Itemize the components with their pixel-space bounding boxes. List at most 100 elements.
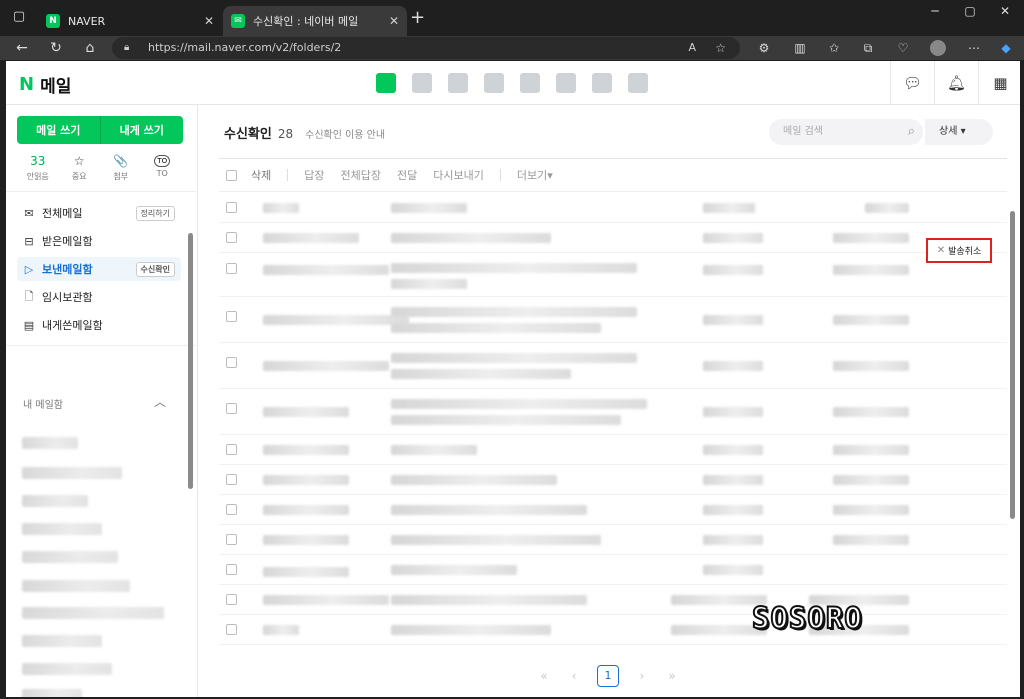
forward-button[interactable]: 전달 xyxy=(397,167,417,183)
minimize-icon[interactable]: ─ xyxy=(920,4,950,18)
home-icon[interactable]: ⌂ xyxy=(80,38,100,58)
table-row[interactable] xyxy=(219,555,1007,585)
table-row[interactable] xyxy=(219,193,1007,223)
tab-mail[interactable]: ✉ 수신확인 : 네이버 메일 ✕ xyxy=(223,6,407,36)
row-checkbox[interactable] xyxy=(226,263,237,274)
detail-search-button[interactable]: 상세 ▾ xyxy=(925,119,993,145)
current-page[interactable]: 1 xyxy=(597,665,619,687)
folder-sent[interactable]: ▷ 보낸메일함 수신확인 xyxy=(17,257,181,281)
maximize-icon[interactable]: ▢ xyxy=(955,4,985,18)
profile-avatar-icon[interactable] xyxy=(930,40,946,56)
table-row[interactable] xyxy=(219,297,1007,343)
row-checkbox[interactable] xyxy=(226,357,237,368)
sidebar-scrollbar[interactable] xyxy=(188,233,193,489)
home-app-icon[interactable] xyxy=(592,73,612,93)
more-menu-icon[interactable]: ⋯ xyxy=(964,38,984,58)
mail-list-scrollbar[interactable] xyxy=(1010,211,1015,519)
read-receipt-guide-link[interactable]: 수신확인 이용 안내 xyxy=(305,126,385,141)
row-checkbox[interactable] xyxy=(226,504,237,515)
calendar-app-icon[interactable] xyxy=(412,73,432,93)
row-checkbox[interactable] xyxy=(226,311,237,322)
select-all-checkbox[interactable] xyxy=(226,169,237,181)
favorites-icon[interactable]: ✩ xyxy=(824,38,844,58)
cancel-send-button[interactable]: ✕ 발송취소 xyxy=(926,238,992,263)
table-row[interactable] xyxy=(219,525,1007,555)
read-aloud-icon[interactable]: A xyxy=(688,37,696,59)
list-item[interactable] xyxy=(22,580,130,592)
table-row[interactable] xyxy=(219,615,1007,645)
attachment-filter[interactable]: 📎 첨부 xyxy=(100,153,142,185)
list-item[interactable] xyxy=(22,437,78,449)
list-item[interactable] xyxy=(22,689,82,697)
row-checkbox[interactable] xyxy=(226,564,237,575)
important-filter[interactable]: ☆ 중요 xyxy=(59,153,101,185)
unread-filter[interactable]: 33 안읽음 xyxy=(17,153,59,185)
row-checkbox[interactable] xyxy=(226,474,237,485)
window-close-icon[interactable]: ✕ xyxy=(990,4,1020,18)
memo-app-icon[interactable] xyxy=(448,73,468,93)
organize-button[interactable]: 정리하기 xyxy=(135,205,175,221)
more-button[interactable]: 더보기▾ xyxy=(517,167,553,183)
new-tab-icon[interactable]: + xyxy=(410,9,425,27)
table-row[interactable] xyxy=(219,223,1007,253)
close-icon[interactable]: ✕ xyxy=(204,14,214,28)
reply-button[interactable]: 답장 xyxy=(304,167,324,183)
tab-naver[interactable]: N NAVER ✕ xyxy=(38,6,222,36)
tab-actions-icon[interactable]: ▢ xyxy=(8,6,30,28)
table-row[interactable] xyxy=(219,495,1007,525)
row-checkbox[interactable] xyxy=(226,594,237,605)
chat-icon[interactable]: 💬︎ xyxy=(890,61,934,105)
resend-button[interactable]: 다시보내기 xyxy=(433,167,484,183)
first-page-icon[interactable]: « xyxy=(529,669,559,683)
reply-all-button[interactable]: 전체답장 xyxy=(341,167,381,183)
list-item[interactable] xyxy=(22,523,102,535)
table-row[interactable] xyxy=(219,253,1007,297)
list-item[interactable] xyxy=(22,607,164,619)
row-checkbox[interactable] xyxy=(226,202,237,213)
collections-icon[interactable]: ⧉ xyxy=(858,38,878,58)
next-page-icon[interactable]: › xyxy=(627,669,657,683)
folder-to-me[interactable]: ▤ 내게쓴메일함 xyxy=(17,313,181,337)
row-checkbox[interactable] xyxy=(226,624,237,635)
folder-drafts[interactable]: 🗋︎ 임시보관함 xyxy=(17,285,181,309)
row-checkbox[interactable] xyxy=(226,232,237,243)
folder-all-mail[interactable]: ✉ 전체메일 정리하기 xyxy=(17,201,181,225)
naver-mail-logo[interactable]: N 메일 xyxy=(19,72,71,97)
list-item[interactable] xyxy=(22,551,118,563)
search-icon[interactable]: ⌕ xyxy=(908,119,915,145)
refresh-icon[interactable]: ↻ xyxy=(46,38,66,58)
browser-essentials-icon[interactable]: ♡ xyxy=(893,38,913,58)
row-checkbox[interactable] xyxy=(226,403,237,414)
mybox-app-icon[interactable] xyxy=(520,73,540,93)
list-item[interactable] xyxy=(22,663,112,675)
table-row[interactable] xyxy=(219,465,1007,495)
row-checkbox[interactable] xyxy=(226,534,237,545)
notification-bell-icon[interactable]: 🔔︎ xyxy=(934,61,978,105)
delete-button[interactable]: 삭제 xyxy=(251,167,271,183)
bookmark-app-icon[interactable] xyxy=(628,73,648,93)
self-compose-button[interactable]: 내게 쓰기 xyxy=(101,116,184,144)
prev-page-icon[interactable]: ‹ xyxy=(559,669,589,683)
chevron-up-icon[interactable]: ︿ xyxy=(154,393,166,410)
compose-button[interactable]: 메일 쓰기 xyxy=(17,116,100,144)
app-grid-icon[interactable]: ▦ xyxy=(978,61,1020,105)
row-checkbox[interactable] xyxy=(226,444,237,455)
table-row[interactable] xyxy=(219,389,1007,435)
read-receipt-button[interactable]: 수신확인 xyxy=(135,261,175,277)
split-screen-icon[interactable]: ▥ xyxy=(790,38,810,58)
apps-app-icon[interactable] xyxy=(556,73,576,93)
table-row[interactable] xyxy=(219,585,1007,615)
close-icon[interactable]: ✕ xyxy=(389,14,399,28)
extensions-icon[interactable]: ⚙ xyxy=(754,38,774,58)
contacts-app-icon[interactable] xyxy=(484,73,504,93)
url-field[interactable]: 🔒︎ https://mail.naver.com/v2/folders/2 A… xyxy=(112,37,740,59)
list-item[interactable] xyxy=(22,467,122,479)
favorite-star-icon[interactable]: ☆ xyxy=(715,37,726,59)
to-filter[interactable]: TO TO xyxy=(142,153,184,185)
table-row[interactable] xyxy=(219,435,1007,465)
list-item[interactable] xyxy=(22,495,88,507)
search-input[interactable]: 메일 검색 ⌕ xyxy=(769,119,923,145)
mail-app-icon[interactable] xyxy=(376,73,396,93)
copilot-icon[interactable]: ◆ xyxy=(996,38,1016,58)
last-page-icon[interactable]: » xyxy=(657,669,687,683)
